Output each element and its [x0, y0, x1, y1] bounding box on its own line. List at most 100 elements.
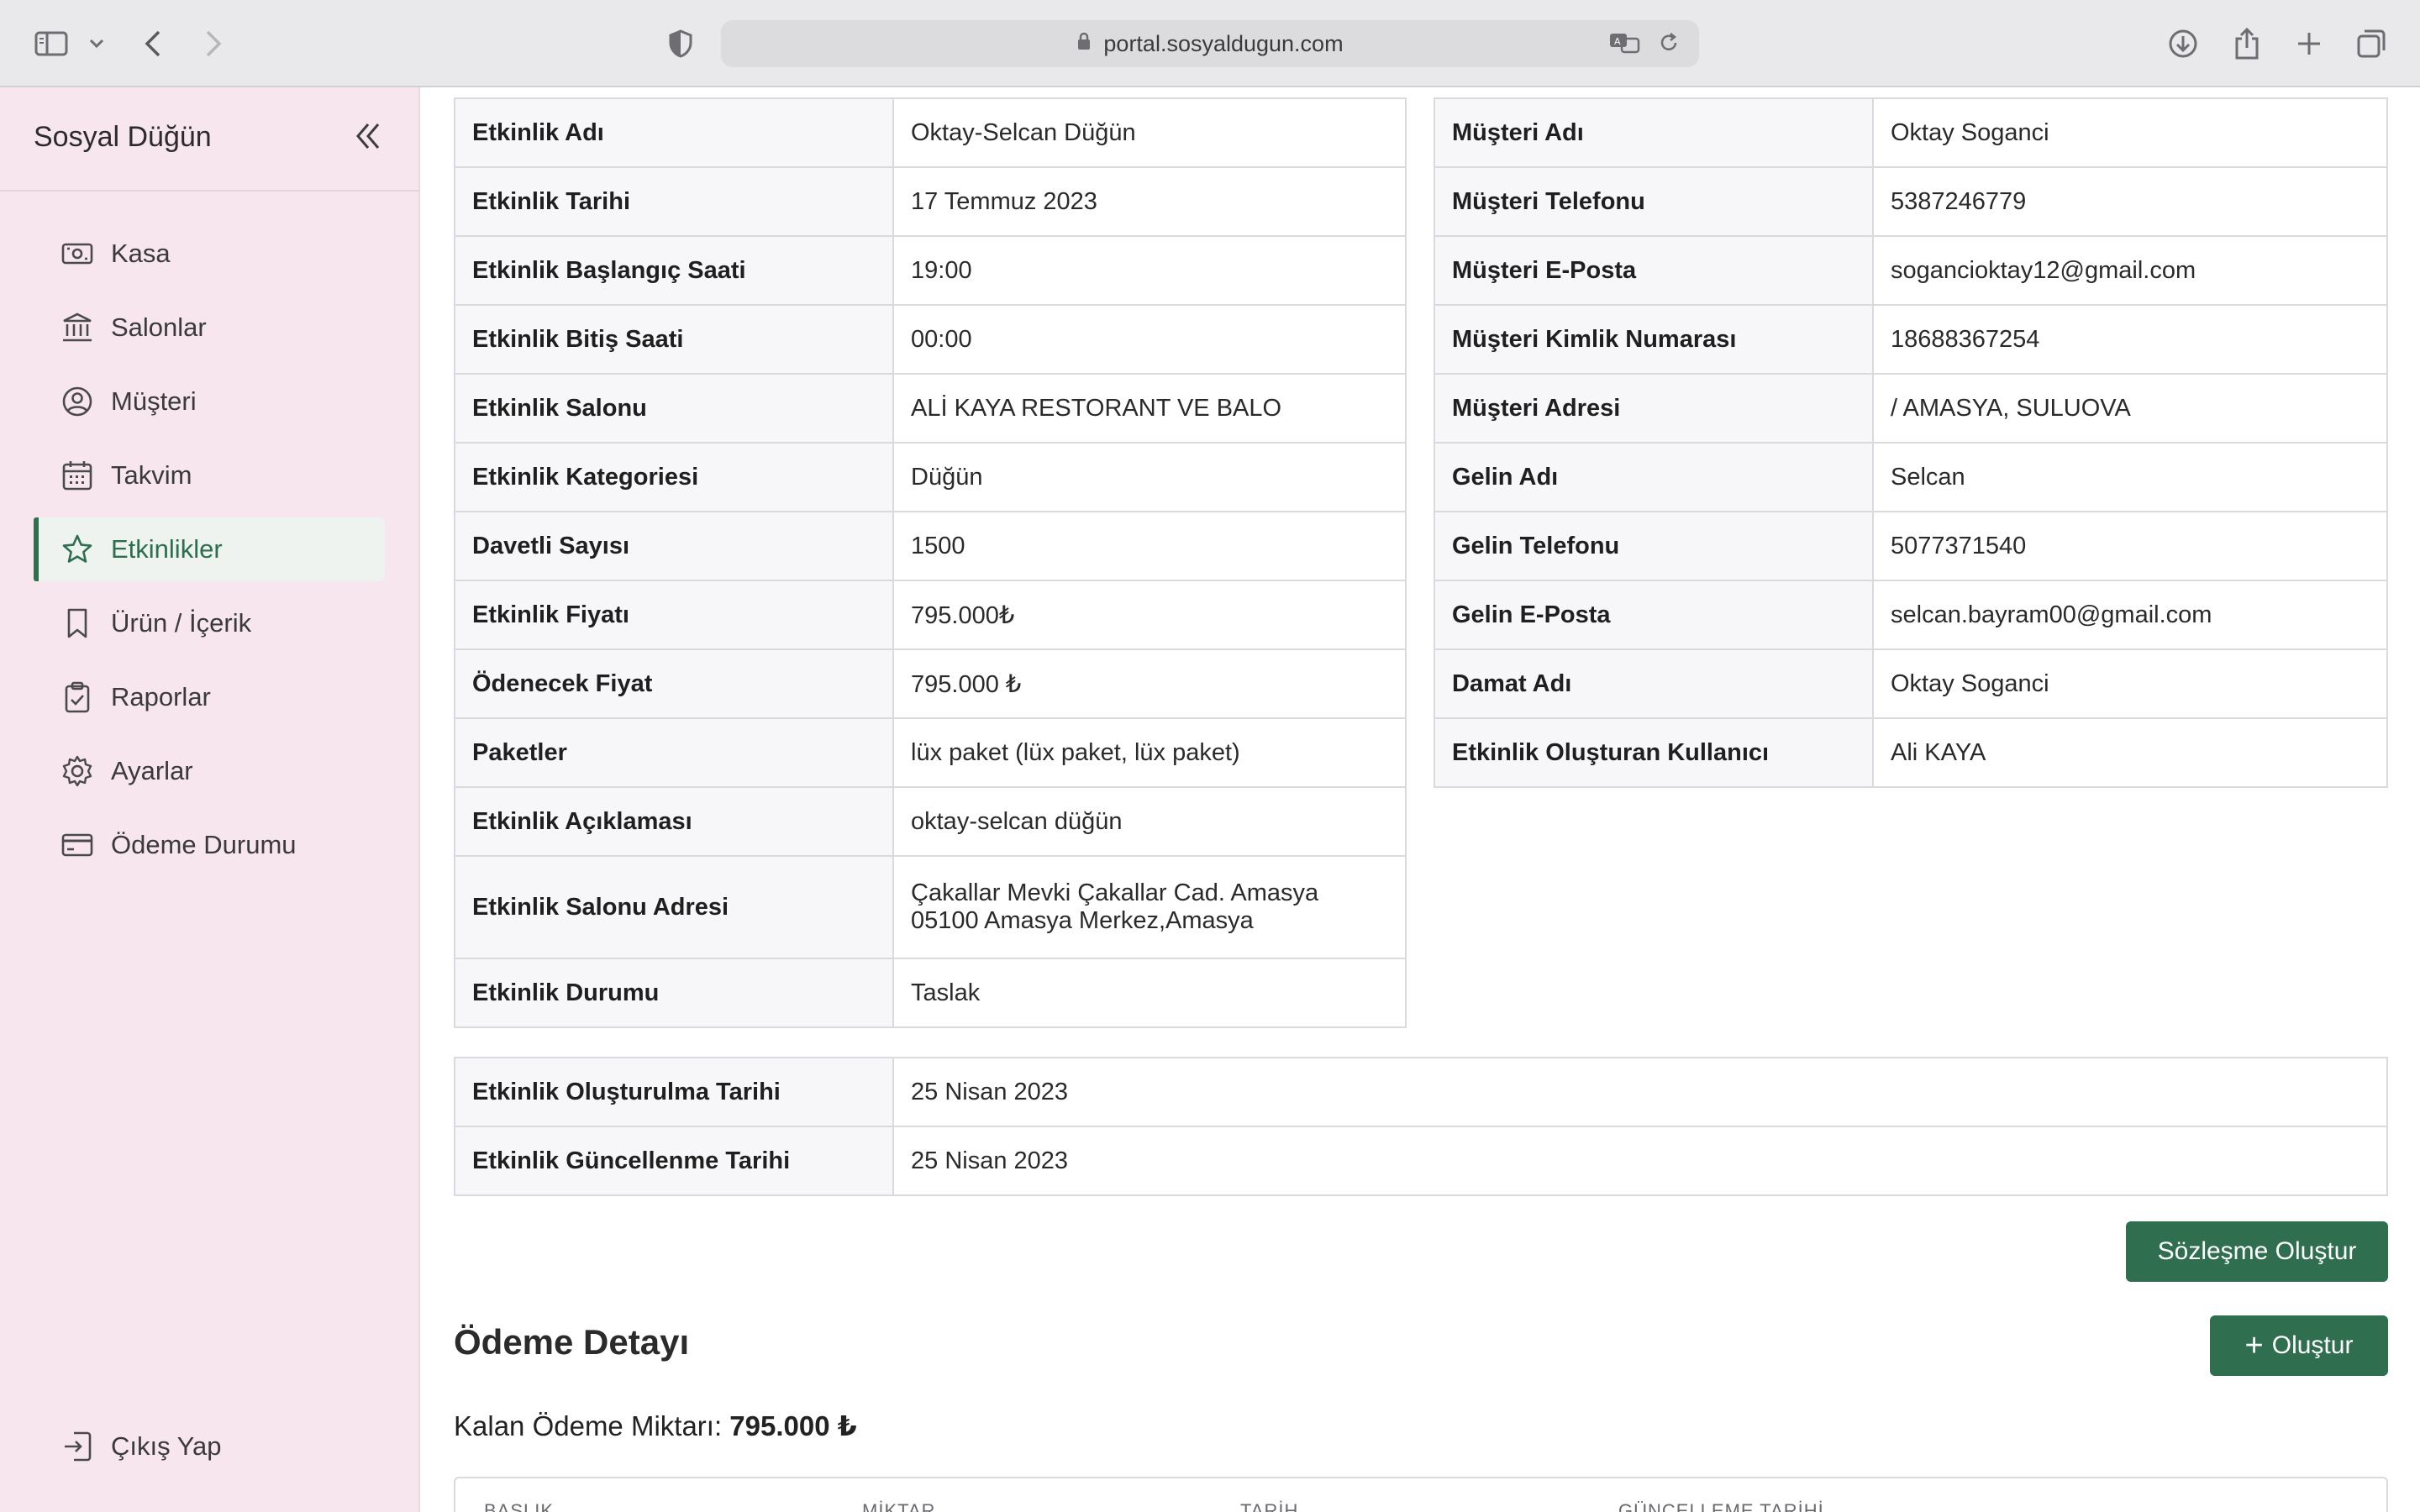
field-label: Etkinlik Salonu [454, 373, 894, 444]
field-value: Oktay Soganci [1872, 648, 2388, 719]
field-label: Etkinlik Açıklaması [454, 786, 894, 857]
table-row: Etkinlik Fiyatı 795.000₺ [454, 580, 1407, 650]
chevron-down-icon[interactable] [84, 22, 109, 66]
collapse-sidebar-icon[interactable] [350, 118, 387, 155]
table-row: Paketler lüx paket (lüx paket, lüx paket) [454, 717, 1407, 788]
logout-button[interactable]: Çıkış Yap [34, 1415, 385, 1478]
field-label: Paketler [454, 717, 894, 788]
user-circle-icon [60, 385, 94, 418]
table-row: Gelin Telefonu 5077371540 [1434, 511, 2388, 581]
table-row: Etkinlik Adı Oktay-Selcan Düğün [454, 97, 1407, 168]
table-row: Etkinlik Salonu Adresi Çakallar Mevki Çak… [454, 855, 1407, 959]
sidebar-item-kasa[interactable]: Kasa [34, 222, 385, 286]
create-contract-button[interactable]: Sözleşme Oluştur [2126, 1221, 2388, 1282]
field-value: selcan.bayram00@gmail.com [1872, 580, 2388, 650]
field-label: Etkinlik Oluşturan Kullanıcı [1434, 717, 1874, 788]
share-icon[interactable] [2230, 22, 2264, 66]
field-label: Müşteri Telefonu [1434, 166, 1874, 237]
sidebar-item-label: Ödeme Durumu [111, 830, 297, 859]
field-value: 25 Nisan 2023 [892, 1126, 2388, 1196]
field-value: Ali KAYA [1872, 717, 2388, 788]
sidebar-item-label: Etkinlikler [111, 534, 223, 564]
field-value: 795.000 ₺ [892, 648, 1407, 719]
download-icon[interactable] [2166, 22, 2200, 66]
field-value: Taslak [892, 958, 1407, 1028]
logout-label: Çıkış Yap [111, 1431, 222, 1461]
sidebar-item-etkinlikler[interactable]: Etkinlikler [34, 517, 385, 581]
table-row: Müşteri Adı Oktay Soganci [1434, 97, 2388, 168]
field-value: Oktay Soganci [1872, 97, 2388, 168]
event-details-table: Etkinlik Adı Oktay-Selcan Düğün Etkinlik T… [454, 97, 1407, 1028]
svg-text:A: A [1614, 36, 1621, 47]
reload-icon[interactable] [1657, 30, 1681, 60]
field-label: Damat Adı [1434, 648, 1874, 719]
field-value: Düğün [892, 442, 1407, 512]
field-value: 795.000₺ [892, 580, 1407, 650]
plus-icon: + [2244, 1328, 2264, 1363]
field-value: 1500 [892, 511, 1407, 581]
credit-card-icon [60, 828, 94, 862]
payment-table: BAŞLIK MİKTAR TARİH GÜNCELLEME TARİHİ [454, 1477, 2388, 1512]
sidebar-item-takvim[interactable]: Takvim [34, 444, 385, 507]
sidebar-nav: Kasa Salonlar Müşteri Takvim Etkinlikler [34, 222, 385, 887]
tab-overview-icon[interactable] [2354, 22, 2388, 66]
column-header[interactable]: GÜNCELLEME TARİHİ [1618, 1500, 1824, 1512]
star-icon [60, 533, 94, 566]
field-value: Selcan [1872, 442, 2388, 512]
privacy-shield-icon[interactable] [664, 22, 697, 66]
forward-icon[interactable] [197, 22, 230, 66]
field-label: Davetli Sayısı [454, 511, 894, 581]
browser-toolbar: portal.sosyaldugun.com A [0, 0, 2420, 87]
field-label: Etkinlik Bitiş Saati [454, 304, 894, 375]
field-value: 19:00 [892, 235, 1407, 306]
translate-icon[interactable]: A [1608, 30, 1642, 60]
column-header[interactable]: MİKTAR [862, 1500, 935, 1512]
sidebar-item-raporlar[interactable]: Raporlar [34, 665, 385, 729]
sidebar-item-label: Ayarlar [111, 756, 193, 785]
remaining-payment-label: Kalan Ödeme Miktarı: [454, 1410, 723, 1441]
field-value: 00:00 [892, 304, 1407, 375]
field-label: Gelin Adı [1434, 442, 1874, 512]
table-row: Etkinlik Başlangıç Saati 19:00 [454, 235, 1407, 306]
field-value: 25 Nisan 2023 [892, 1057, 2388, 1127]
table-row: Müşteri E-Posta sogancioktay12@gmail.com [1434, 235, 2388, 306]
field-value: / AMASYA, SULUOVA [1872, 373, 2388, 444]
field-value: 5387246779 [1872, 166, 2388, 237]
create-contract-label: Sözleşme Oluştur [2157, 1237, 2357, 1265]
column-header[interactable]: BAŞLIK [484, 1500, 554, 1512]
sidebar-item-odeme-durumu[interactable]: Ödeme Durumu [34, 813, 385, 877]
field-label: Gelin E-Posta [1434, 580, 1874, 650]
field-label: Etkinlik Durumu [454, 958, 894, 1028]
field-label: Müşteri Adı [1434, 97, 1874, 168]
gear-icon [60, 754, 94, 788]
event-dates-table: Etkinlik Oluşturulma Tarihi 25 Nisan 2023… [454, 1057, 2388, 1196]
sidebar-item-label: Kasa [111, 239, 171, 268]
table-row: Damat Adı Oktay Soganci [1434, 648, 2388, 719]
brand-title: Sosyal Düğün [34, 121, 212, 153]
field-value: oktay-selcan düğün [892, 786, 1407, 857]
sidebar-item-musteri[interactable]: Müşteri [34, 370, 385, 433]
sidebar-item-label: Takvim [111, 460, 192, 490]
back-icon[interactable] [136, 22, 170, 66]
calendar-icon [60, 459, 94, 492]
address-bar[interactable]: portal.sosyaldugun.com A [721, 20, 1699, 67]
create-payment-button[interactable]: + Oluştur [2210, 1315, 2388, 1376]
field-value: Oktay-Selcan Düğün [892, 97, 1407, 168]
field-value: ALİ KAYA RESTORANT VE BALO [892, 373, 1407, 444]
cash-icon [60, 237, 94, 270]
table-row: Etkinlik Bitiş Saati 00:00 [454, 304, 1407, 375]
create-payment-label: Oluştur [2271, 1331, 2354, 1359]
field-label: Müşteri E-Posta [1434, 235, 1874, 306]
field-label: Etkinlik Fiyatı [454, 580, 894, 650]
sidebar-item-ayarlar[interactable]: Ayarlar [34, 739, 385, 803]
sidebar-item-urun-icerik[interactable]: Ürün / İçerik [34, 591, 385, 655]
sidebar: Sosyal Düğün Kasa Salonlar Müşteri Takvi… [0, 87, 420, 1512]
table-row: Müşteri Adresi / AMASYA, SULUOVA [1434, 373, 2388, 444]
field-label: Ödenecek Fiyat [454, 648, 894, 719]
column-header[interactable]: TARİH [1240, 1500, 1298, 1512]
field-value: 17 Temmuz 2023 [892, 166, 1407, 237]
sidebar-toggle-icon[interactable] [32, 22, 71, 66]
sidebar-item-salonlar[interactable]: Salonlar [34, 296, 385, 360]
field-label: Müşteri Adresi [1434, 373, 1874, 444]
new-tab-icon[interactable] [2292, 22, 2326, 66]
